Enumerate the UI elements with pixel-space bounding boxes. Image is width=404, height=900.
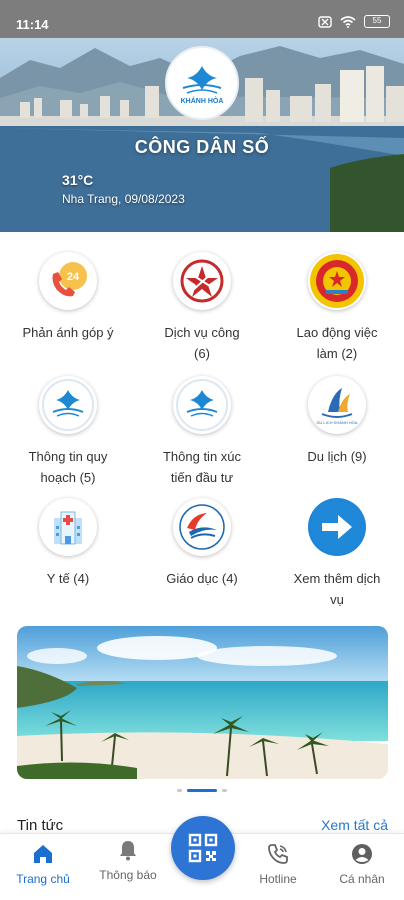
service-label-line1: Thông tin quy xyxy=(28,449,108,464)
nav-notifications[interactable]: Thông báo xyxy=(88,838,168,882)
carousel-dot[interactable] xyxy=(222,789,227,792)
service-label-line2: hoạch (5) xyxy=(40,470,96,485)
nav-hotline-label: Hotline xyxy=(259,872,297,886)
status-bar: 11:14 55 xyxy=(0,0,404,38)
service-labor-employment[interactable]: Lao động việc làm (2) xyxy=(270,248,404,368)
tourism-logo-text: DU LỊCH KHÁNH HÒA xyxy=(317,420,358,425)
bell-icon xyxy=(120,841,136,861)
labor-emblem-icon xyxy=(308,252,366,310)
nav-hotline[interactable]: Hotline xyxy=(238,842,318,886)
service-feedback[interactable]: 24 Phản ánh góp ý xyxy=(1,248,135,368)
notification-off-icon xyxy=(318,15,332,28)
public-service-icon xyxy=(173,252,231,310)
carousel-dot-active[interactable] xyxy=(187,789,217,792)
service-planning-info[interactable]: Thông tin quy hoạch (5) xyxy=(1,372,135,492)
beach-image xyxy=(17,626,388,779)
feedback-badge-text: 24 xyxy=(67,271,80,283)
service-public-services[interactable]: Dịch vụ công (6) xyxy=(135,248,269,368)
arrow-right-icon xyxy=(308,498,366,556)
nav-notifications-label: Thông báo xyxy=(99,868,157,882)
khanh-hoa-emblem-icon xyxy=(173,376,231,434)
carousel-dot[interactable] xyxy=(177,789,182,792)
nav-home-label: Trang chủ xyxy=(16,872,70,886)
weather-location-date: Nha Trang, 09/08/2023 xyxy=(62,192,185,206)
tourism-logo-icon: DU LỊCH KHÁNH HÒA xyxy=(308,376,366,434)
news-see-all-link[interactable]: Xem tất cả xyxy=(321,817,388,833)
service-label-line1: Lao động việc xyxy=(296,325,378,340)
logo-text: KHÁNH HÒA xyxy=(180,97,224,105)
news-section-title: Tin tức xyxy=(17,817,64,834)
logo-emblem-icon xyxy=(182,65,222,94)
service-label-line2: làm (2) xyxy=(316,346,358,361)
app-title: CÔNG DÂN SỐ xyxy=(134,137,270,157)
service-label-line1: Dịch vụ công xyxy=(164,325,240,340)
service-investment-promotion[interactable]: Thông tin xúc tiến đầu tư xyxy=(135,372,269,492)
weather-temperature: 31°C xyxy=(62,172,94,188)
service-see-more[interactable]: Xem thêm dịch vụ xyxy=(270,494,404,614)
service-label-line1: Du lịch (9) xyxy=(307,449,367,464)
promo-banner[interactable] xyxy=(17,626,388,779)
qr-code-icon xyxy=(188,833,218,863)
battery-level: 55 xyxy=(372,16,382,25)
service-education[interactable]: Giáo dục (4) xyxy=(135,494,269,614)
status-icons: 55 xyxy=(318,15,390,28)
hospital-icon xyxy=(39,498,97,556)
hero-banner: KHÁNH HÒA CÔNG DÂN SỐ 31°C Nha Trang, 09… xyxy=(0,38,404,232)
service-label-line2: vụ xyxy=(330,592,344,607)
service-label-line1: Giáo dục (4) xyxy=(166,571,238,586)
service-health[interactable]: Y tế (4) xyxy=(1,494,135,614)
nav-home[interactable]: Trang chủ xyxy=(3,842,83,886)
qr-scan-button[interactable] xyxy=(171,816,235,880)
khanh-hoa-emblem-icon xyxy=(39,376,97,434)
wifi-icon xyxy=(340,15,356,28)
service-label-line1: Phản ánh góp ý xyxy=(22,325,114,340)
phone-call-icon xyxy=(268,844,288,864)
battery-icon: 55 xyxy=(364,15,390,28)
user-circle-icon xyxy=(352,844,372,864)
nav-profile[interactable]: Cá nhân xyxy=(322,842,402,886)
nav-profile-label: Cá nhân xyxy=(339,872,385,886)
service-label-line1: Thông tin xúc xyxy=(162,449,242,464)
service-label-line1: Xem thêm dịch xyxy=(293,571,381,586)
carousel-indicator xyxy=(0,789,404,792)
home-icon xyxy=(34,845,52,863)
service-label-line2: (6) xyxy=(194,346,210,361)
service-label-line2: tiến đầu tư xyxy=(170,470,234,485)
education-logo-icon xyxy=(173,498,231,556)
status-time: 11:14 xyxy=(16,17,49,32)
service-label-line1: Y tế (4) xyxy=(46,571,90,586)
khanh-hoa-logo: KHÁNH HÒA xyxy=(165,46,239,120)
feedback-icon: 24 xyxy=(39,252,97,310)
service-tourism[interactable]: DU LỊCH KHÁNH HÒA Du lịch (9) xyxy=(270,372,404,492)
